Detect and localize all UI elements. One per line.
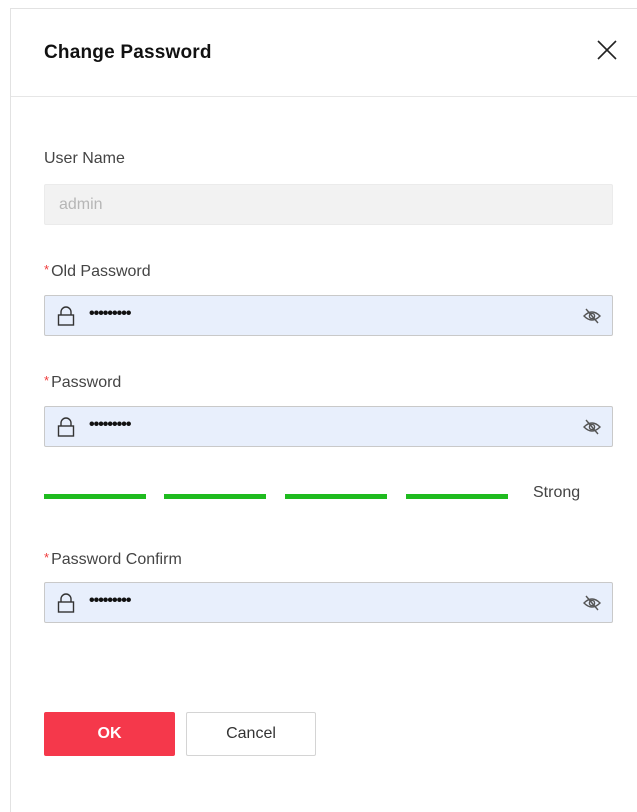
- required-mark: *: [44, 262, 50, 277]
- eye-hidden-icon[interactable]: [582, 307, 602, 325]
- strength-bar-segment: [164, 494, 266, 499]
- eye-hidden-icon[interactable]: [582, 594, 602, 612]
- eye-hidden-icon[interactable]: [582, 418, 602, 436]
- lock-icon: [57, 593, 75, 613]
- old-password-label-row: * Old Password: [44, 262, 151, 281]
- password-confirm-label-row: * Password Confirm: [44, 550, 182, 569]
- dialog-header: Change Password: [11, 9, 637, 97]
- strength-bar-segment: [406, 494, 508, 499]
- dialog-title: Change Password: [44, 42, 212, 63]
- username-field: admin: [44, 184, 613, 225]
- strength-label: Strong: [533, 484, 581, 501]
- username-label: User Name: [44, 150, 125, 167]
- password-confirm-masked: •••••••••: [89, 592, 131, 609]
- lock-icon: [57, 417, 75, 437]
- password-confirm-field[interactable]: •••••••••: [44, 582, 613, 623]
- password-masked: •••••••••: [89, 416, 131, 433]
- close-icon[interactable]: [594, 37, 620, 63]
- password-label: Password: [51, 374, 122, 391]
- old-password-field[interactable]: •••••••••: [44, 295, 613, 336]
- password-field[interactable]: •••••••••: [44, 406, 613, 447]
- password-label-row: * Password: [44, 373, 121, 392]
- required-mark: *: [44, 550, 50, 565]
- password-confirm-label: Password Confirm: [51, 551, 182, 568]
- old-password-masked: •••••••••: [89, 305, 131, 322]
- required-mark: *: [44, 373, 50, 388]
- ok-button[interactable]: OK: [44, 712, 175, 756]
- cancel-button[interactable]: Cancel: [186, 712, 316, 756]
- strength-bar-segment: [44, 494, 146, 499]
- lock-icon: [57, 306, 75, 326]
- username-value: admin: [59, 196, 103, 213]
- change-password-dialog: Change Password User Name admin * Old Pas…: [10, 8, 637, 812]
- strength-bar-segment: [285, 494, 387, 499]
- old-password-label: Old Password: [51, 263, 151, 280]
